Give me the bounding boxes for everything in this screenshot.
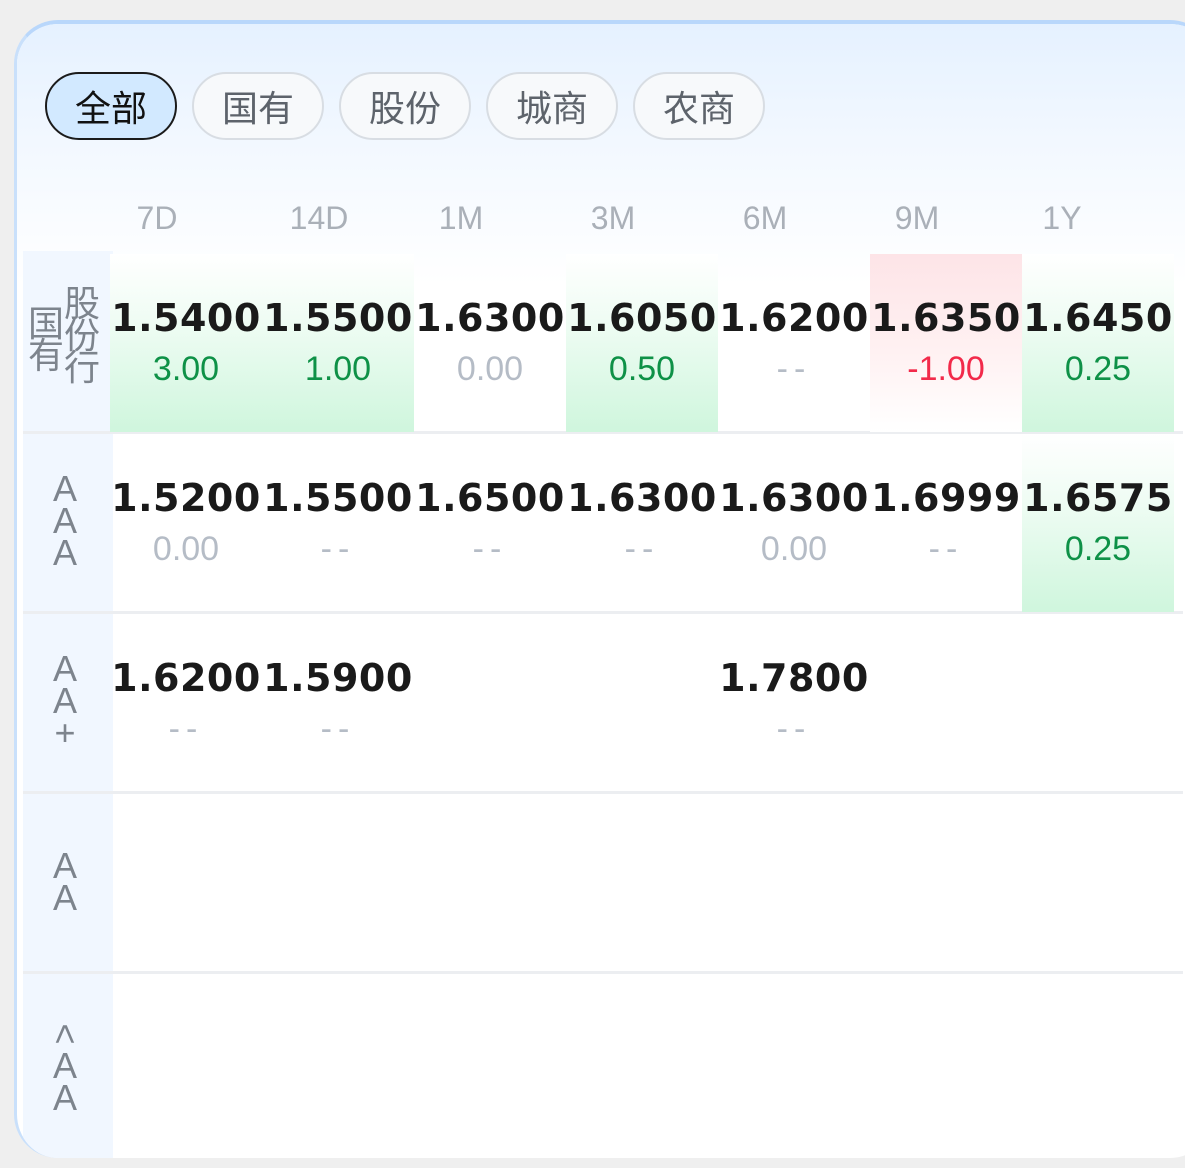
rate-change: 0.00 <box>760 530 828 568</box>
rate-value: 1.6999 <box>871 476 1021 520</box>
rates-card: 全部 国有 股份 城商 农商 7D 14D 1M 3M 6M 9M 1Y 国 有… <box>14 20 1185 1158</box>
col-head-3m[interactable]: 3M <box>537 200 689 237</box>
tab-all[interactable]: 全部 <box>45 72 177 140</box>
rate-change: -- <box>776 710 812 748</box>
card-header-glow <box>17 24 1185 284</box>
rate-cell[interactable]: 1.7800 -- <box>718 614 870 792</box>
rate-value: 1.5400 <box>111 296 261 340</box>
rate-cell[interactable] <box>414 974 566 1152</box>
rate-cell[interactable] <box>566 794 718 972</box>
row-label-char: A <box>52 877 77 918</box>
rate-cell[interactable]: 1.5400 3.00 <box>110 254 262 432</box>
rate-change: -- <box>320 710 356 748</box>
tab-joint-stock[interactable]: 股份 <box>339 72 471 140</box>
rate-change: 0.00 <box>456 350 524 388</box>
row-label-char: 有 <box>27 335 64 376</box>
rate-change: -- <box>776 350 812 388</box>
rate-value: 1.5200 <box>111 476 261 520</box>
col-head-9m[interactable]: 9M <box>841 200 993 237</box>
rate-value: 1.6200 <box>111 656 261 700</box>
rate-value: 1.6300 <box>567 476 717 520</box>
rate-value: 1.6450 <box>1023 296 1173 340</box>
rate-cell[interactable]: 1.5200 0.00 <box>110 434 262 612</box>
tab-rural-commercial[interactable]: 农商 <box>633 72 765 140</box>
rate-cell[interactable] <box>718 794 870 972</box>
rate-cell[interactable]: 1.5500 1.00 <box>262 254 414 432</box>
rate-change: -- <box>928 530 964 568</box>
col-head-1y[interactable]: 1Y <box>986 200 1138 237</box>
rate-cell[interactable]: 1.6575 0.25 <box>1022 434 1174 612</box>
rate-cell[interactable] <box>110 794 262 972</box>
rate-value: 1.5500 <box>263 476 413 520</box>
rate-change: -- <box>320 530 356 568</box>
rate-value: 1.5900 <box>263 656 413 700</box>
rate-cell[interactable]: 1.6200 -- <box>110 614 262 792</box>
rate-value: 1.5500 <box>263 296 413 340</box>
rate-value: 1.6300 <box>719 476 869 520</box>
rate-change: 0.00 <box>152 530 220 568</box>
rate-value: 1.6500 <box>415 476 565 520</box>
rate-change: 3.00 <box>152 350 220 388</box>
rate-value: 1.6575 <box>1023 476 1173 520</box>
rate-change: 1.00 <box>304 350 372 388</box>
rate-value: 1.6050 <box>567 296 717 340</box>
rate-cell[interactable] <box>718 974 870 1152</box>
rate-cell[interactable]: 1.6200 -- <box>718 254 870 432</box>
col-head-1m[interactable]: 1M <box>385 200 537 237</box>
rate-cell[interactable]: 1.6050 0.50 <box>566 254 718 432</box>
rate-change: -- <box>472 530 508 568</box>
row-label-char: 行 <box>63 347 100 388</box>
row-label-char: A <box>52 1077 77 1118</box>
rate-value: 1.6200 <box>719 296 869 340</box>
rate-cell[interactable]: 1.6350 -1.00 <box>870 254 1022 432</box>
rate-cell[interactable]: 1.6450 0.25 <box>1022 254 1174 432</box>
col-head-7d[interactable]: 7D <box>81 200 233 237</box>
row-label-aa-plus: A A + <box>45 651 85 753</box>
rate-change: -1.00 <box>907 350 985 388</box>
tab-state-owned[interactable]: 国有 <box>192 72 324 140</box>
rate-cell[interactable]: 1.6300 0.00 <box>414 254 566 432</box>
rate-cell[interactable] <box>110 974 262 1152</box>
rate-cell[interactable] <box>566 974 718 1152</box>
rate-cell[interactable] <box>1022 794 1174 972</box>
rate-cell[interactable] <box>1022 614 1174 792</box>
col-head-14d[interactable]: 14D <box>243 200 395 237</box>
rate-cell[interactable] <box>870 974 1022 1152</box>
row-label-char: + <box>54 712 76 753</box>
rate-change: 0.25 <box>1064 350 1132 388</box>
row-label-char: < <box>45 1023 86 1045</box>
col-head-6m[interactable]: 6M <box>689 200 841 237</box>
row-label-state-left: 国 有 <box>27 306 65 376</box>
rate-change: 0.50 <box>608 350 676 388</box>
rate-cell[interactable] <box>414 794 566 972</box>
row-label-state-right: 股 份 行 <box>63 286 101 388</box>
rate-cell[interactable]: 1.6999 -- <box>870 434 1022 612</box>
rate-cell[interactable]: 1.6500 -- <box>414 434 566 612</box>
rate-cell[interactable] <box>1022 974 1174 1152</box>
rate-change: -- <box>168 710 204 748</box>
rate-value: 1.7800 <box>719 656 869 700</box>
rate-cell[interactable] <box>414 614 566 792</box>
rate-cell[interactable]: 1.6300 0.00 <box>718 434 870 612</box>
rate-cell[interactable]: 1.5900 -- <box>262 614 414 792</box>
row-label-aaa: A A A <box>45 471 85 573</box>
row-label-aa: A A <box>45 848 85 918</box>
rate-value: 1.6350 <box>871 296 1021 340</box>
rate-cell[interactable] <box>262 794 414 972</box>
rate-cell[interactable] <box>262 974 414 1152</box>
rate-cell[interactable] <box>566 614 718 792</box>
rate-change: 0.25 <box>1064 530 1132 568</box>
rate-value: 1.6300 <box>415 296 565 340</box>
rate-cell[interactable]: 1.6300 -- <box>566 434 718 612</box>
row-label-below-aa: < A A <box>45 1018 86 1118</box>
rate-change: -- <box>624 530 660 568</box>
rate-cell[interactable]: 1.5500 -- <box>262 434 414 612</box>
row-label-char: A <box>52 532 77 573</box>
tab-city-commercial[interactable]: 城商 <box>486 72 618 140</box>
rate-cell[interactable] <box>870 794 1022 972</box>
rate-cell[interactable] <box>870 614 1022 792</box>
